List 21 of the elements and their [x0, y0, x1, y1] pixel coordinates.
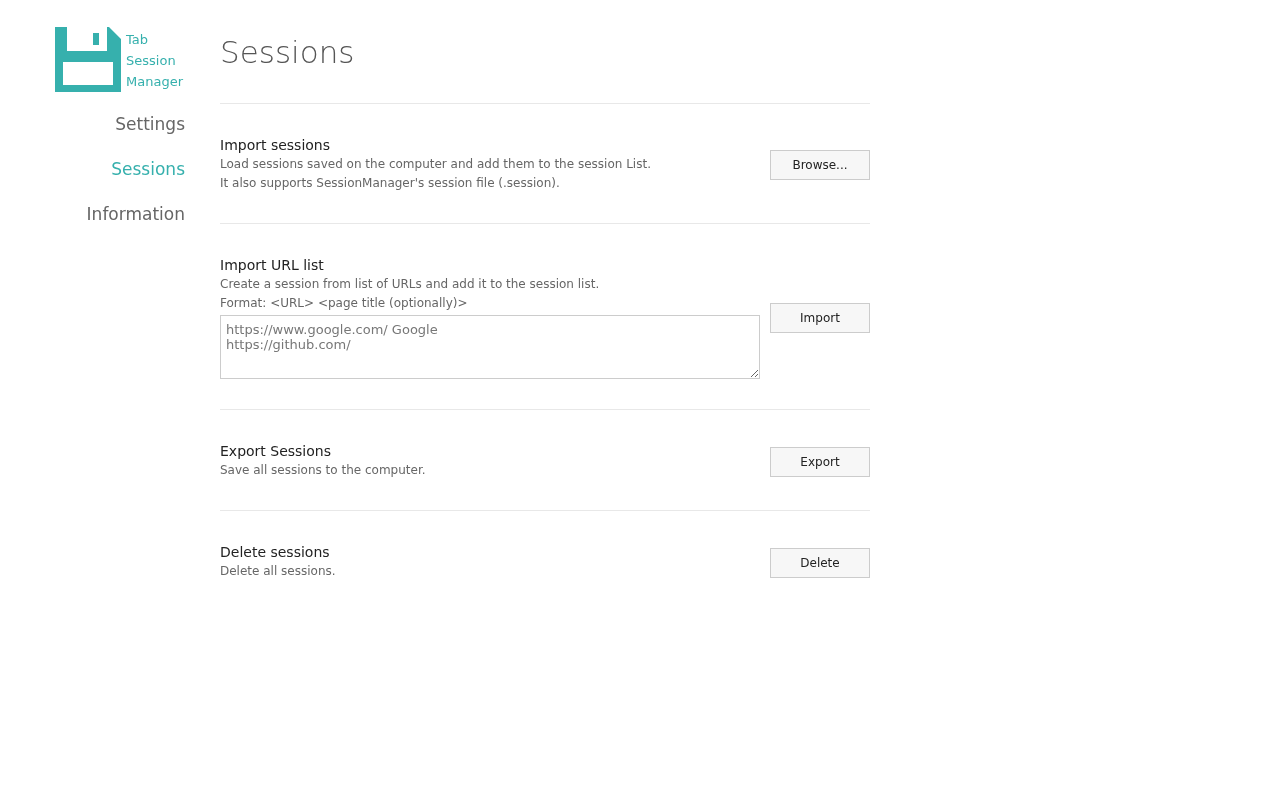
- app-name: Manager: [126, 73, 183, 91]
- page-title: Sessions: [220, 30, 870, 104]
- sidebar-item[interactable]: Information: [86, 202, 185, 227]
- section-title: Import sessions: [220, 137, 332, 153]
- action-button[interactable]: Import: [770, 303, 870, 333]
- section-title: Export Sessions: [220, 443, 332, 459]
- section-description: It also supports SessionManager's session file (.session).: [220, 175, 561, 192]
- app-name: Session: [126, 52, 177, 70]
- section-description: Delete all sessions.: [220, 563, 336, 580]
- action-button[interactable]: Delete: [770, 547, 870, 578]
- section-title: Import URL list: [220, 257, 325, 273]
- section-description: Load sessions saved on the computer and add them to the session List.: [220, 156, 651, 173]
- url-list-field[interactable]: https://www.google.com/ Google https://github.com/: [220, 315, 760, 379]
- sidebar-item[interactable]: Settings: [115, 112, 185, 137]
- section-title: Delete sessions: [220, 544, 331, 560]
- section-description: Save all sessions to the computer.: [220, 462, 426, 479]
- action-button[interactable]: Browse...: [770, 150, 870, 180]
- section-description: Format: <URL> <page title (optionally)>: [220, 295, 469, 312]
- app-name: Tab: [126, 31, 150, 49]
- action-button[interactable]: Export: [770, 446, 870, 477]
- section-description: Create a session from list of URLs and add it to the session list.: [220, 276, 601, 293]
